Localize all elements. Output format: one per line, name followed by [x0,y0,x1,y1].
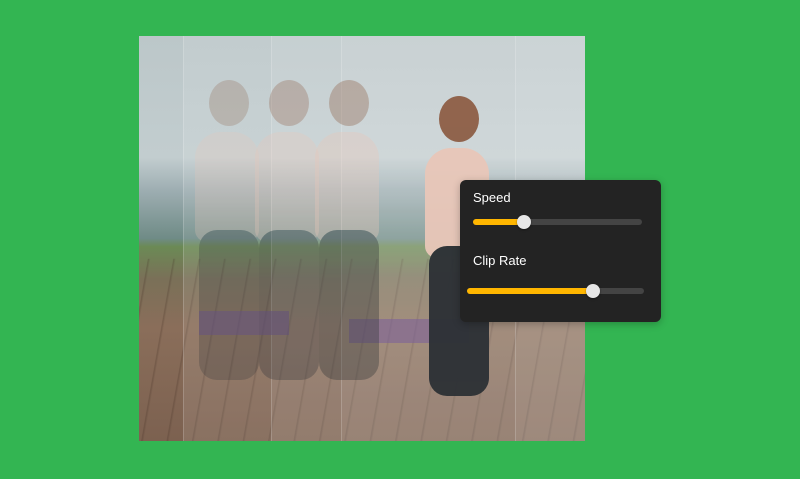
speed-slider[interactable] [473,215,642,229]
speed-label: Speed [473,190,511,205]
ghost-figure [289,80,409,410]
clip-rate-slider[interactable] [467,284,644,298]
speed-slider-thumb[interactable] [516,215,531,229]
clip-rate-label: Clip Rate [473,253,527,268]
clip-rate-slider-fill [467,288,593,294]
clip-rate-slider-thumb[interactable] [585,284,600,298]
effect-settings-panel: Speed Clip Rate [460,180,661,322]
